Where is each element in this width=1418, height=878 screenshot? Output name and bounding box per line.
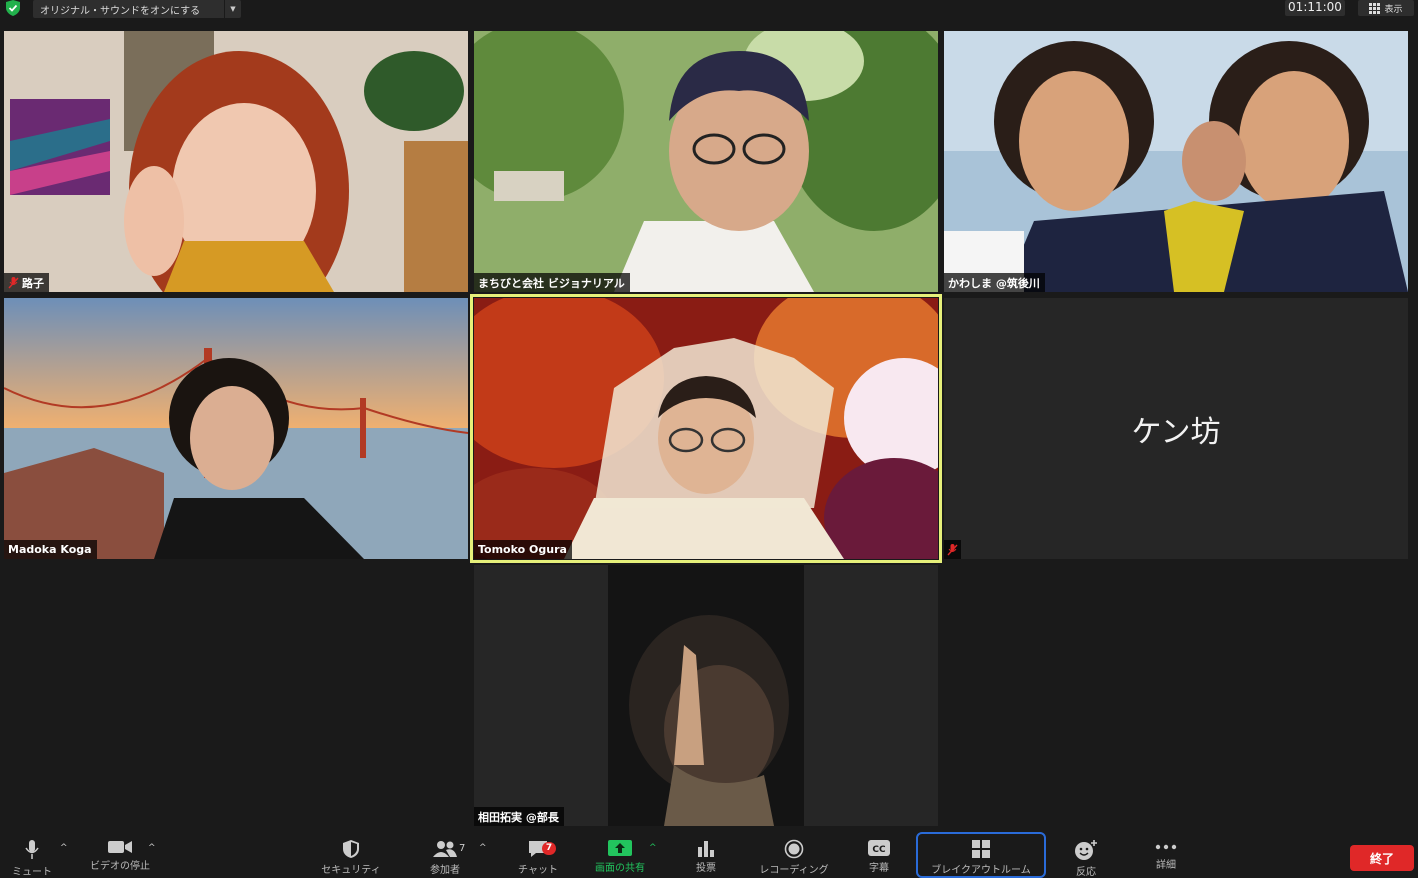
meeting-top-bar: オリジナル・サウンドをオンにする ▼ 01:11:00 表示 (0, 0, 1418, 28)
end-meeting-button[interactable]: 終了 (1350, 845, 1414, 871)
stop-video-button[interactable]: ビデオの停止 (84, 831, 156, 872)
reactions-button[interactable]: 反応 (1064, 831, 1108, 878)
participants-icon (433, 841, 457, 857)
original-sound-button[interactable]: オリジナル・サウンドをオンにする ▼ (33, 0, 241, 18)
original-sound-label: オリジナル・サウンドをオンにする (40, 5, 201, 17)
closed-captions-icon: CC (868, 840, 890, 856)
participant-name-tag (944, 540, 961, 559)
participant-video (474, 565, 938, 826)
security-label: セキュリティ (321, 865, 381, 876)
view-label: 表示 (1384, 4, 1403, 15)
chat-label: チャット (518, 865, 558, 876)
more-button[interactable]: 詳細 (1144, 831, 1188, 871)
participant-name-tag: まちびと会社 ビジョナリアル (474, 273, 630, 292)
muted-mic-icon (8, 276, 19, 288)
participant-display-name: ケン坊 (1131, 414, 1221, 450)
breakout-rooms-label: ブレイクアウトルーム (931, 865, 1031, 876)
participant-video (4, 31, 468, 292)
share-options-chevron-up-icon[interactable]: ^ (649, 843, 657, 853)
participant-tile[interactable]: 路子 (4, 31, 468, 292)
share-screen-label: 画面の共有 (595, 863, 645, 874)
participant-name-tag: Madoka Koga (4, 540, 97, 559)
stop-video-label: ビデオの停止 (90, 861, 150, 872)
participant-video (474, 31, 938, 292)
share-screen-icon (608, 840, 632, 856)
participants-label: 参加者 (430, 865, 460, 876)
participant-tile[interactable]: Madoka Koga (4, 298, 468, 559)
security-shield-icon (343, 840, 359, 858)
participants-count: 7 (459, 843, 466, 854)
participant-name: 相田拓実 @部長 (478, 810, 559, 824)
share-screen-button[interactable]: 画面の共有 (588, 831, 652, 874)
chat-button[interactable]: 7 チャット (508, 831, 568, 876)
polls-label: 投票 (696, 863, 716, 874)
participant-video (944, 31, 1408, 292)
record-icon (784, 839, 804, 859)
participant-name: かわしま @筑後川 (948, 276, 1040, 290)
participant-name-tag: 路子 (4, 273, 49, 292)
record-button[interactable]: レコーディング (750, 831, 838, 876)
video-camera-icon (108, 841, 132, 853)
participant-tile[interactable]: かわしま @筑後川 (944, 31, 1408, 292)
polls-button[interactable]: 投票 (684, 831, 728, 874)
participant-name-tag: 相田拓実 @部長 (474, 807, 564, 826)
polls-bar-chart-icon (698, 841, 714, 857)
participant-name-tag: かわしま @筑後川 (944, 273, 1045, 292)
participant-name: Madoka Koga (8, 543, 92, 556)
svg-text:CC: CC (872, 845, 886, 855)
security-button[interactable]: セキュリティ (314, 831, 388, 876)
chat-unread-badge: 7 (542, 842, 556, 855)
video-options-chevron-up-icon[interactable]: ^ (148, 843, 156, 853)
microphone-icon (25, 840, 39, 859)
participant-tile[interactable]: まちびと会社 ビジョナリアル (474, 31, 938, 292)
meeting-timer: 01:11:00 (1285, 0, 1345, 16)
participant-tile-active-speaker[interactable]: Tomoko Ogura (474, 298, 938, 559)
participant-tile[interactable]: 相田拓実 @部長 (474, 565, 938, 826)
breakout-rooms-icon (972, 840, 990, 858)
participant-name: まちびと会社 ビジョナリアル (478, 276, 625, 290)
more-label: 詳細 (1156, 860, 1176, 871)
participant-name: 路子 (22, 276, 44, 290)
mute-button[interactable]: ミュート (4, 831, 60, 878)
view-button[interactable]: 表示 (1358, 0, 1414, 16)
participant-video (474, 298, 938, 559)
participant-video (4, 298, 468, 559)
participant-name-tag: Tomoko Ogura (474, 540, 572, 559)
participant-tile[interactable]: ケン坊 (944, 298, 1408, 559)
reactions-emoji-icon (1075, 840, 1097, 860)
closed-captions-label: 字幕 (869, 863, 889, 874)
audio-options-chevron-up-icon[interactable]: ^ (60, 843, 68, 853)
participants-chevron-up-icon[interactable]: ^ (479, 843, 487, 853)
closed-captions-button[interactable]: CC 字幕 (858, 831, 900, 874)
original-sound-dropdown-icon[interactable]: ▼ (224, 0, 241, 18)
more-dots-icon (1155, 844, 1177, 849)
grid-view-icon (1369, 2, 1381, 14)
participant-name: Tomoko Ogura (478, 543, 567, 556)
breakout-rooms-button[interactable]: ブレイクアウトルーム (918, 831, 1044, 876)
muted-mic-icon (947, 543, 958, 555)
encryption-shield-icon[interactable] (4, 0, 22, 16)
record-label: レコーディング (759, 865, 829, 876)
